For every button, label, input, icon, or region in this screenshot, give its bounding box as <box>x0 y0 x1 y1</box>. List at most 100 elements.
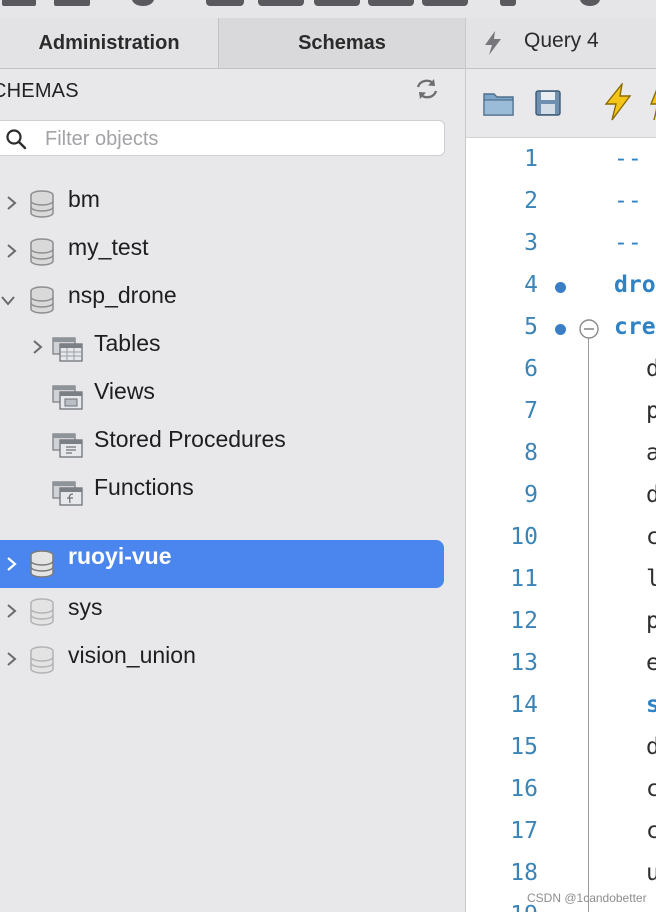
code-line[interactable]: 3 -- <box>466 224 656 266</box>
code-line[interactable]: 8a <box>466 434 656 476</box>
sql-editor-panel: Query 4 1 -- 2 -- 3 -- 4 dro 5 cre 6 d 7 p 8 a 9 d 10 c 11 l 1… <box>466 18 656 912</box>
code-text: d <box>646 734 656 760</box>
line-number: 16 <box>510 776 538 802</box>
tree-item-tables[interactable]: Tables <box>0 324 444 370</box>
chevron-right-icon[interactable] <box>4 651 18 667</box>
schema-item-bm[interactable]: bm <box>0 180 444 226</box>
code-line[interactable]: 17 c <box>466 812 656 854</box>
tab-administration[interactable]: Administration <box>0 18 219 69</box>
code-line[interactable]: 12 p <box>466 602 656 644</box>
code-line[interactable]: 16 c <box>466 770 656 812</box>
tree-item-label: Functions <box>94 474 194 500</box>
schema-item-sys[interactable]: sys <box>0 588 444 634</box>
search-icon <box>6 129 27 150</box>
code-line[interactable]: 9d <box>466 476 656 518</box>
toolbar-icon-3[interactable] <box>132 0 154 6</box>
line-number: 3 <box>524 230 538 256</box>
schemas-title: CHEMAS <box>0 80 79 102</box>
navigator-panel: Administration Schemas CHEMAS Filter obj… <box>0 18 466 912</box>
code-line[interactable]: 5 cre <box>466 308 656 350</box>
schema-item-ruoyi-vue[interactable]: ruoyi-vue <box>0 540 444 588</box>
line-number: 8 <box>524 440 538 466</box>
toolbar-icon-1[interactable] <box>2 0 36 6</box>
toolbar-icon-7[interactable] <box>368 0 414 6</box>
tab-schemas[interactable]: Schemas <box>219 18 465 69</box>
watermark: CSDN @1candobetter <box>527 891 647 905</box>
code-text: -- <box>614 188 642 214</box>
tree-item-label: Views <box>94 378 155 404</box>
toolbar-icon-6[interactable] <box>314 0 360 6</box>
code-line[interactable]: 4 dro <box>466 266 656 308</box>
tree-item-label: Tables <box>94 330 161 356</box>
line-number: 14 <box>510 692 538 718</box>
save-icon[interactable] <box>534 89 562 117</box>
code-text: d <box>646 482 656 508</box>
statement-marker-icon[interactable] <box>555 324 566 335</box>
filter-objects-field[interactable] <box>0 120 445 156</box>
toolbar-icon-10[interactable] <box>580 0 600 6</box>
code-line[interactable]: 7p <box>466 392 656 434</box>
line-number: 12 <box>510 608 538 634</box>
chevron-right-icon[interactable] <box>4 556 18 572</box>
refresh-icon[interactable] <box>414 78 440 100</box>
code-text: s <box>646 692 656 718</box>
toolbar-icon-5[interactable] <box>258 0 304 6</box>
query-tab-title: Query 4 <box>524 29 599 52</box>
fold-toggle-icon[interactable] <box>578 318 600 340</box>
toolbar-icon-9[interactable] <box>500 0 516 6</box>
line-number: 13 <box>510 650 538 676</box>
line-number: 5 <box>524 314 538 340</box>
database-icon <box>30 190 54 218</box>
toolbar-icon-8[interactable] <box>422 0 468 6</box>
tables-folder-icon <box>52 337 83 362</box>
line-number: 18 <box>510 860 538 886</box>
line-number: 11 <box>510 566 538 592</box>
code-line[interactable]: 1 -- <box>466 140 656 182</box>
code-line[interactable]: 18 u <box>466 854 656 896</box>
chevron-right-icon[interactable] <box>4 243 18 259</box>
tree-item-functions[interactable]: Functions <box>0 468 444 514</box>
chevron-right-icon[interactable] <box>4 603 18 619</box>
database-icon <box>30 550 54 578</box>
code-line[interactable]: 10 c <box>466 518 656 560</box>
code-line[interactable]: 2 -- <box>466 182 656 224</box>
toolbar-icon-2[interactable] <box>54 0 90 6</box>
line-number: 9 <box>524 482 538 508</box>
execute-current-icon[interactable] <box>650 83 656 121</box>
code-line[interactable]: 13 e <box>466 644 656 686</box>
code-text: e <box>646 650 656 676</box>
code-text: c <box>646 818 656 844</box>
functions-folder-icon <box>52 481 83 506</box>
code-line[interactable]: 14 s <box>466 686 656 728</box>
app-window: Administration Schemas CHEMAS Filter obj… <box>0 0 656 912</box>
filter-objects-input[interactable] <box>43 124 437 154</box>
tree-item-views[interactable]: Views <box>0 372 444 418</box>
code-text: u <box>646 860 656 886</box>
tree-item-stored-procedures[interactable]: Stored Procedures <box>0 420 444 466</box>
open-folder-icon[interactable] <box>482 89 516 117</box>
code-text: -- <box>614 230 642 256</box>
stored-procedures-folder-icon <box>52 433 83 458</box>
schema-label: vision_union <box>68 642 196 668</box>
execute-lightning-icon[interactable] <box>602 83 634 121</box>
schema-label: ruoyi-vue <box>68 543 172 569</box>
database-icon <box>30 598 54 626</box>
lightning-icon <box>485 31 501 55</box>
chevron-right-icon[interactable] <box>30 339 44 355</box>
schemas-header: CHEMAS <box>0 76 465 108</box>
query-tab[interactable]: Query 4 <box>466 18 656 69</box>
code-text: c <box>646 524 656 550</box>
code-line[interactable]: 15 d <box>466 728 656 770</box>
schema-item-my-test[interactable]: my_test <box>0 228 444 274</box>
line-number: 1 <box>524 146 538 172</box>
code-line[interactable]: 11 l <box>466 560 656 602</box>
code-line[interactable]: 6d <box>466 350 656 392</box>
schema-item-vision-union[interactable]: vision_union <box>0 636 444 682</box>
schema-item-nsp-drone[interactable]: nsp_drone <box>0 276 444 322</box>
chevron-right-icon[interactable] <box>4 195 18 211</box>
toolbar-icon-4[interactable] <box>206 0 244 6</box>
statement-marker-icon[interactable] <box>555 282 566 293</box>
tree-item-label: Stored Procedures <box>94 426 286 452</box>
chevron-down-icon[interactable] <box>0 293 16 307</box>
views-folder-icon <box>52 385 83 410</box>
